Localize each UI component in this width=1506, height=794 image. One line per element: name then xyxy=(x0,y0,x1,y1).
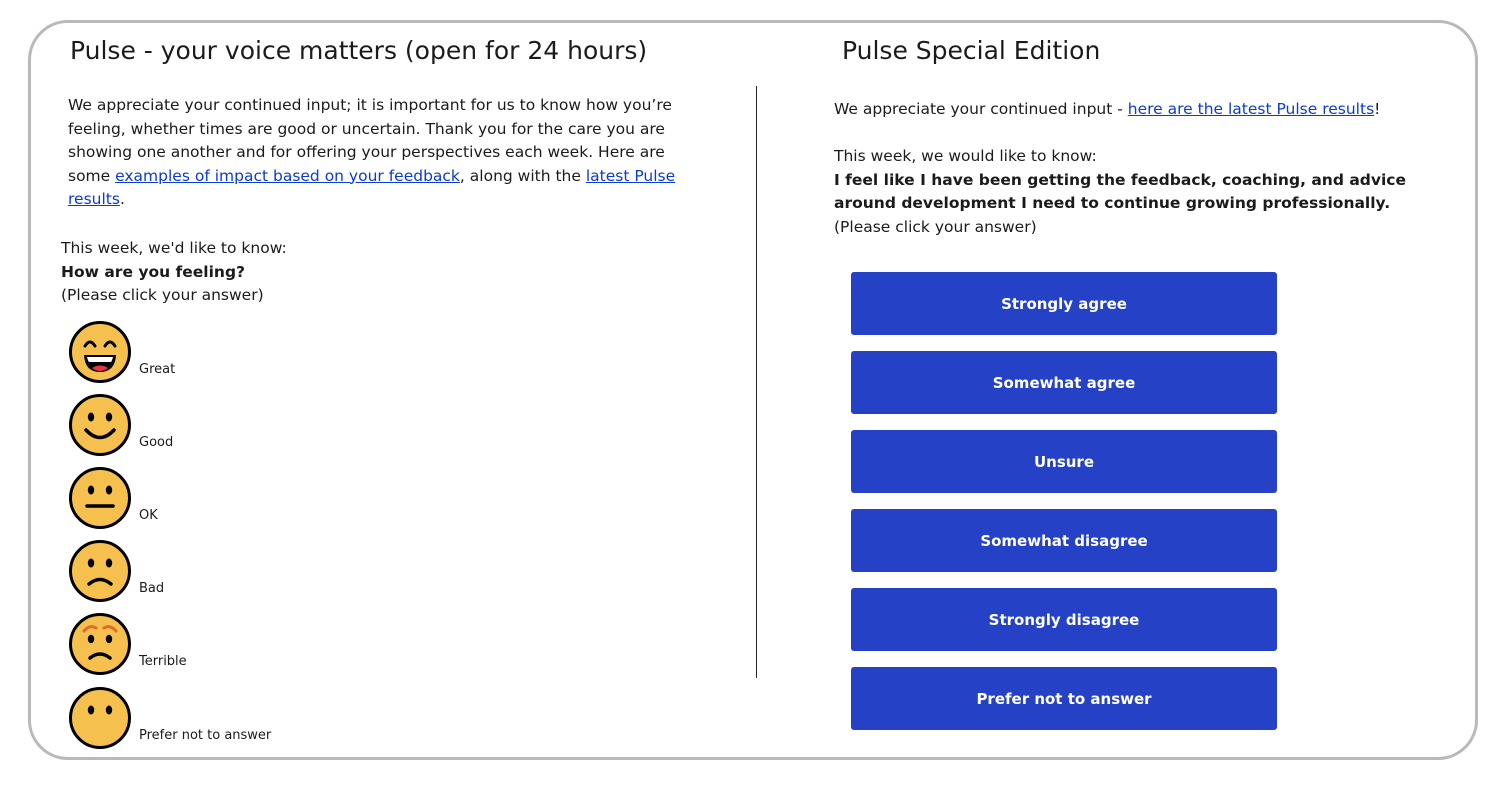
column-divider xyxy=(756,86,757,678)
option-label: Bad xyxy=(139,581,165,596)
intro-text-end: ! xyxy=(1374,100,1381,118)
strongly-disagree-button[interactable]: Strongly disagree xyxy=(851,588,1277,651)
intro-text: We appreciate your continued input - xyxy=(834,100,1128,118)
somewhat-disagree-button[interactable]: Somewhat disagree xyxy=(851,509,1277,572)
pulse-question-block: This week, we'd like to know: How are yo… xyxy=(61,237,661,308)
smiling-face-icon xyxy=(69,394,131,456)
neutral-face-icon xyxy=(69,467,131,529)
instruction-text: (Please click your answer) xyxy=(834,217,1037,236)
impact-examples-link[interactable]: examples of impact based on your feedbac… xyxy=(115,167,460,185)
worried-face-icon xyxy=(69,613,131,675)
ask-prompt: This week, we'd like to know: xyxy=(61,239,287,257)
intro-text-end: . xyxy=(119,190,125,208)
special-edition-title: Pulse Special Edition xyxy=(842,36,1101,65)
option-great[interactable]: Great xyxy=(68,320,175,384)
option-label: Good xyxy=(139,435,174,450)
pulse-title: Pulse - your voice matters (open for 24 … xyxy=(70,36,648,65)
option-label: OK xyxy=(139,508,158,523)
option-good[interactable]: Good xyxy=(68,393,173,457)
question-text: I feel like I have been getting the feed… xyxy=(834,170,1407,213)
face-without-mouth-icon xyxy=(69,687,131,749)
latest-results-link[interactable]: here are the latest Pulse results xyxy=(1128,100,1374,118)
option-bad[interactable]: Bad xyxy=(68,539,164,603)
option-terrible[interactable]: Terrible xyxy=(68,612,187,676)
strongly-agree-button[interactable]: Strongly agree xyxy=(851,272,1277,335)
unsure-button[interactable]: Unsure xyxy=(851,430,1277,493)
prefer-not-to-answer-button[interactable]: Prefer not to answer xyxy=(851,667,1277,730)
ask-prompt: This week, we would like to know: xyxy=(834,147,1097,165)
grinning-face-icon xyxy=(69,321,131,383)
option-label: Terrible xyxy=(139,654,187,669)
intro-text-mid: , along with the xyxy=(459,166,586,185)
question-text: How are you feeling? xyxy=(61,262,246,281)
instruction-text: (Please click your answer) xyxy=(61,286,264,304)
option-ok[interactable]: OK xyxy=(68,466,158,530)
option-prefer-not-to-answer[interactable]: Prefer not to answer xyxy=(68,686,271,750)
somewhat-agree-button[interactable]: Somewhat agree xyxy=(851,351,1277,414)
option-label: Prefer not to answer xyxy=(139,728,272,743)
special-intro: We appreciate your continued input - her… xyxy=(834,98,1454,122)
slightly-frowning-face-icon xyxy=(69,540,131,602)
special-question-block: This week, we would like to know: I feel… xyxy=(834,145,1464,239)
option-label: Great xyxy=(139,362,176,377)
pulse-intro: We appreciate your continued input; it i… xyxy=(68,94,708,212)
